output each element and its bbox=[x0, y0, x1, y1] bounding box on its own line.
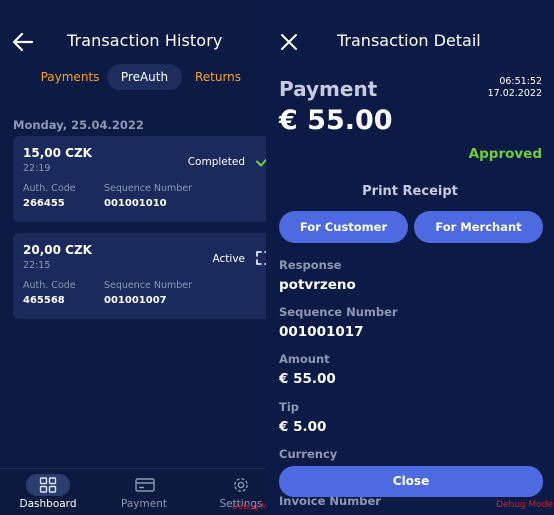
print-customer-button[interactable]: For Customer bbox=[279, 211, 408, 243]
transaction-time: 22:19 bbox=[23, 163, 51, 174]
nav-dashboard[interactable]: Dashboard bbox=[3, 469, 93, 515]
auth-code-label: Auth. Code bbox=[23, 183, 76, 194]
payment-icon-pill bbox=[122, 474, 166, 496]
print-receipt-heading: Print Receipt bbox=[362, 184, 458, 199]
currency-label: Currency bbox=[279, 447, 338, 461]
transaction-history-screen: Transaction History Payments PreAuth Ret… bbox=[0, 0, 270, 515]
settings-icon-pill bbox=[219, 474, 263, 496]
auth-code-label: Auth. Code bbox=[23, 280, 76, 291]
sequence-number-label: Sequence Number bbox=[104, 183, 193, 194]
transaction-amount: € 55.00 bbox=[279, 105, 393, 136]
tab-payments[interactable]: Payments bbox=[30, 64, 110, 90]
auth-code-value: 266455 bbox=[23, 198, 65, 209]
history-tabs: Payments PreAuth Returns bbox=[0, 64, 270, 90]
transaction-datetime: 06:51:52 17.02.2022 bbox=[488, 76, 542, 100]
amount-label: Amount bbox=[279, 352, 330, 366]
nav-payment[interactable]: Payment bbox=[99, 469, 189, 515]
dashboard-icon-pill bbox=[26, 474, 70, 496]
back-arrow-icon[interactable] bbox=[12, 32, 34, 52]
transaction-type: Payment bbox=[279, 77, 378, 101]
debug-mode-label: Debug Mode bbox=[496, 500, 553, 510]
transaction-time: 22:15 bbox=[23, 260, 51, 271]
date-header: Monday, 25.04.2022 bbox=[13, 118, 144, 132]
transaction-amount: 15,00 CZK bbox=[23, 146, 92, 160]
transaction-card[interactable]: 15,00 CZK 22:19 Completed Auth. Code 266… bbox=[13, 136, 270, 222]
sequence-number-value: 001001010 bbox=[104, 198, 167, 209]
auth-code-value: 465568 bbox=[23, 295, 65, 306]
tab-preauth[interactable]: PreAuth bbox=[107, 64, 182, 90]
debug-mode-label: Debug M bbox=[232, 502, 268, 511]
close-button[interactable]: Close bbox=[279, 466, 543, 497]
bottom-navigation: Dashboard Payment Settings bbox=[0, 468, 270, 515]
nav-dashboard-label: Dashboard bbox=[19, 498, 77, 510]
sequence-number-value: 001001017 bbox=[279, 324, 364, 340]
transaction-detail-sheet: Transaction Detail Payment 06:51:52 17.0… bbox=[266, 0, 554, 515]
transaction-card[interactable]: 20,00 CZK 22:15 Active Auth. Code 465568… bbox=[13, 233, 270, 319]
tip-value: € 5.00 bbox=[279, 419, 327, 435]
close-icon[interactable] bbox=[280, 33, 298, 51]
sequence-number-value: 001001007 bbox=[104, 295, 167, 306]
gear-icon bbox=[234, 478, 248, 492]
tip-label: Tip bbox=[279, 400, 300, 414]
dashboard-icon bbox=[39, 477, 57, 493]
print-merchant-button[interactable]: For Merchant bbox=[414, 211, 543, 243]
detail-title: Transaction Detail bbox=[337, 31, 481, 50]
credit-card-icon bbox=[135, 478, 155, 492]
response-label: Response bbox=[279, 258, 342, 272]
transaction-time: 06:51:52 bbox=[499, 76, 542, 87]
response-value: potvrzeno bbox=[279, 277, 356, 293]
transaction-amount: 20,00 CZK bbox=[23, 243, 92, 257]
nav-payment-label: Payment bbox=[121, 498, 167, 510]
transaction-status: Completed bbox=[187, 156, 245, 168]
status-badge: Approved bbox=[468, 146, 542, 162]
tab-returns[interactable]: Returns bbox=[186, 64, 250, 90]
transaction-date: 17.02.2022 bbox=[487, 88, 542, 99]
sequence-number-label: Sequence Number bbox=[279, 305, 398, 319]
sequence-number-label: Sequence Number bbox=[104, 280, 193, 291]
transaction-status: Active bbox=[212, 253, 245, 265]
history-title: Transaction History bbox=[67, 31, 223, 50]
amount-value: € 55.00 bbox=[279, 371, 336, 387]
